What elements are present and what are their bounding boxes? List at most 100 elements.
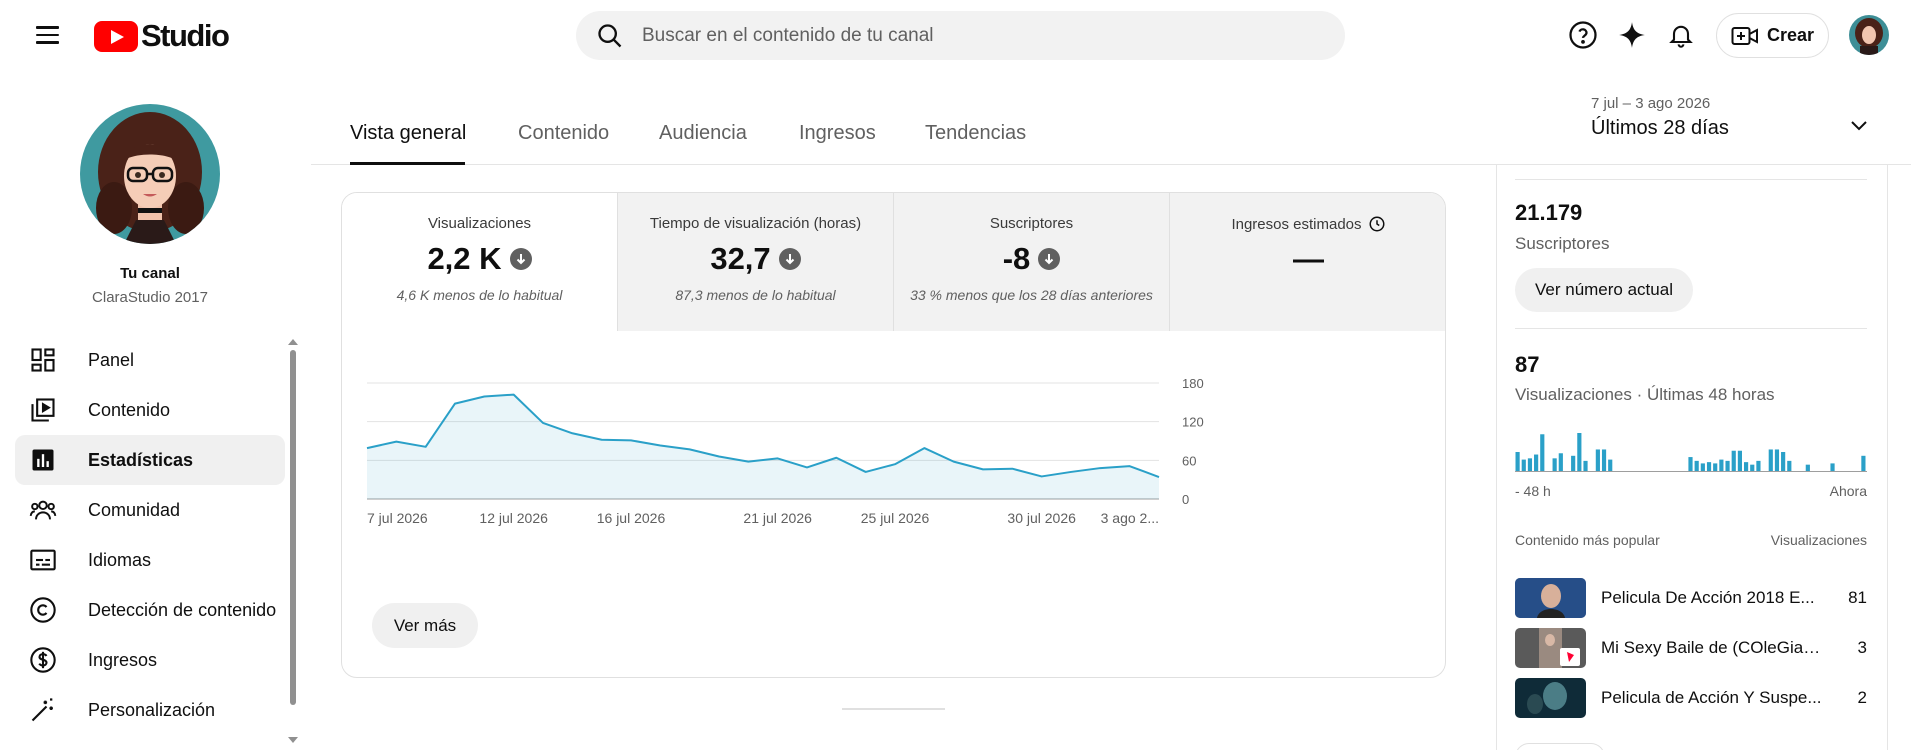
metric-watch-time[interactable]: Tiempo de visualización (horas) 32,7 87,… <box>618 193 894 331</box>
realtime-bar[interactable] <box>1713 463 1718 471</box>
realtime-bar[interactable] <box>1521 459 1526 471</box>
views-chart[interactable]: 0 60 120 180 7 jul 2026 12 jul 2026 16 jul 202… <box>342 331 1446 601</box>
tab-ingresos[interactable]: Ingresos <box>799 122 876 145</box>
help-icon[interactable] <box>1566 18 1600 52</box>
chart-point[interactable] <box>863 469 869 475</box>
chart-point[interactable] <box>1068 469 1074 475</box>
chart-point[interactable] <box>833 455 839 461</box>
realtime-bar[interactable] <box>1787 460 1792 471</box>
metric-subscribers[interactable]: Suscriptores -8 33 % menos que los 28 dí… <box>894 193 1170 331</box>
sidebar-item-idiomas[interactable]: Idiomas <box>15 535 285 585</box>
tab-tendencias[interactable]: Tendencias <box>925 122 1026 145</box>
search-input[interactable] <box>642 24 1282 47</box>
chart-point[interactable] <box>540 420 546 426</box>
menu-icon[interactable] <box>26 20 68 50</box>
realtime-bar[interactable] <box>1700 463 1705 471</box>
chart-point[interactable] <box>716 453 722 459</box>
chart-point[interactable] <box>628 437 634 443</box>
scroll-down-arrow[interactable] <box>288 737 298 743</box>
chart-point[interactable] <box>980 466 986 472</box>
current-count-button[interactable]: Ver número actual <box>1515 268 1693 312</box>
realtime-bar[interactable] <box>1688 457 1693 471</box>
chart-point[interactable] <box>481 394 487 400</box>
chart-point[interactable] <box>452 401 458 407</box>
chart-point[interactable] <box>1009 466 1015 472</box>
sidebar-item-comunidad[interactable]: Comunidad <box>15 485 285 535</box>
realtime-bar[interactable] <box>1768 449 1773 471</box>
realtime-bar[interactable] <box>1756 460 1761 471</box>
realtime-bar[interactable] <box>1743 462 1749 471</box>
chart-point[interactable] <box>1156 474 1162 480</box>
sidebar-item-personalizacion[interactable]: Personalización <box>15 685 285 735</box>
chart-point[interactable] <box>951 459 957 465</box>
metric-estimated-revenue[interactable]: Ingresos estimados — <box>1170 193 1445 331</box>
top-content-item[interactable]: Mi Sexy Baile de (COleGiaLa) 3 <box>1515 628 1867 668</box>
youtube-studio-logo[interactable]: Studio <box>94 18 230 54</box>
realtime-bar[interactable] <box>1750 464 1755 471</box>
realtime-bar[interactable] <box>1706 462 1712 471</box>
notifications-bell-icon[interactable] <box>1664 18 1698 52</box>
top-content-item[interactable]: Pelicula De Acción 2018 E... 81 <box>1515 578 1867 618</box>
realtime-bar[interactable] <box>1781 452 1786 471</box>
sidebar-item-panel[interactable]: Panel <box>15 335 285 385</box>
sparkle-icon[interactable] <box>1615 18 1649 52</box>
chart-point[interactable] <box>393 439 399 445</box>
tab-vista-general[interactable]: Vista general <box>350 122 466 145</box>
realtime-bar[interactable] <box>1774 449 1780 471</box>
top-content-item[interactable]: Pelicula de Acción Y Suspe... 2 <box>1515 678 1867 718</box>
chart-point[interactable] <box>364 445 370 451</box>
create-button[interactable]: Crear <box>1716 13 1829 58</box>
see-more-button[interactable]: Ver más <box>372 603 478 648</box>
chart-point[interactable] <box>657 443 663 449</box>
realtime-bar[interactable] <box>1527 458 1533 471</box>
chart-point[interactable] <box>511 392 517 398</box>
account-avatar[interactable] <box>1849 15 1889 55</box>
realtime-bar[interactable] <box>1540 434 1545 471</box>
metric-views[interactable]: Visualizaciones 2,2 K 4,6 K menos de lo … <box>342 193 618 331</box>
sidebar-scrollbar[interactable] <box>290 350 296 705</box>
chart-point[interactable] <box>1039 473 1045 479</box>
chart-point[interactable] <box>569 430 575 436</box>
realtime-bar[interactable] <box>1577 433 1582 471</box>
tab-audiencia[interactable]: Audiencia <box>659 122 747 145</box>
scroll-up-arrow[interactable] <box>288 339 298 345</box>
chart-point[interactable] <box>423 444 429 450</box>
realtime-bar[interactable] <box>1725 460 1730 471</box>
realtime-bar[interactable] <box>1731 450 1736 471</box>
realtime-bar[interactable] <box>1595 449 1600 471</box>
chart-point[interactable] <box>892 461 898 467</box>
realtime-bar[interactable] <box>1558 453 1563 471</box>
realtime-bar[interactable] <box>1515 452 1520 471</box>
channel-avatar[interactable] <box>80 104 220 244</box>
realtime-bar[interactable] <box>1694 460 1699 471</box>
realtime-bar[interactable] <box>1601 449 1607 471</box>
realtime-bar[interactable] <box>1552 458 1557 471</box>
realtime-bar[interactable] <box>1805 464 1810 471</box>
search-bar[interactable] <box>576 11 1345 60</box>
realtime-bar[interactable] <box>1583 460 1588 471</box>
chart-point[interactable] <box>921 445 927 451</box>
tab-contenido[interactable]: Contenido <box>518 122 609 145</box>
chart-point[interactable] <box>745 459 751 465</box>
realtime-bar[interactable] <box>1608 459 1613 471</box>
realtime-bar[interactable] <box>1830 463 1835 471</box>
chart-point[interactable] <box>775 455 781 461</box>
realtime-bar[interactable] <box>1861 455 1866 471</box>
chart-point[interactable] <box>1127 463 1133 469</box>
sidebar-item-deteccion[interactable]: Detección de contenido <box>15 585 285 635</box>
see-more-partial-button[interactable] <box>1515 743 1605 750</box>
realtime-bar[interactable] <box>1737 450 1742 471</box>
date-range-picker[interactable]: 7 jul – 3 ago 2026 Últimos 28 días <box>1591 95 1881 150</box>
chart-point[interactable] <box>1097 465 1103 471</box>
realtime-bar[interactable] <box>1534 454 1539 471</box>
search-icon[interactable] <box>596 22 624 50</box>
sidebar-item-ingresos[interactable]: Ingresos <box>15 635 285 685</box>
realtime-bar[interactable] <box>1571 455 1576 471</box>
sidebar-item-contenido[interactable]: Contenido <box>15 385 285 435</box>
chart-point[interactable] <box>687 446 693 452</box>
sidebar-item-estadisticas[interactable]: Estadísticas <box>15 435 285 485</box>
chart-point[interactable] <box>599 437 605 443</box>
realtime-bar-chart[interactable] <box>1515 427 1867 475</box>
realtime-bar[interactable] <box>1719 459 1724 471</box>
chart-point[interactable] <box>804 464 810 470</box>
